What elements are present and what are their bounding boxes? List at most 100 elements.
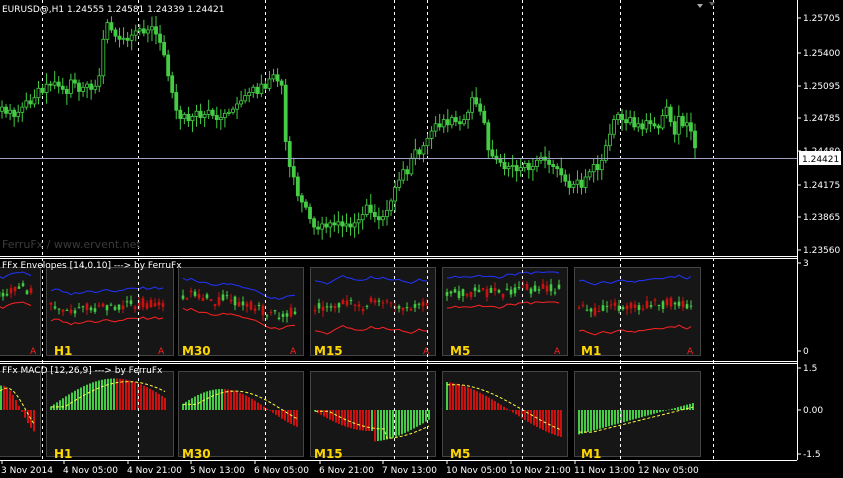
candle-body (482, 110, 487, 124)
candle-body (372, 212, 377, 218)
env-candle-body (501, 293, 505, 298)
candle-body (210, 109, 215, 116)
macd-histogram-bar (665, 410, 667, 411)
macd-histogram-bar (419, 410, 421, 426)
candle-body (89, 83, 94, 90)
candle-body (166, 54, 171, 77)
candle-body (551, 164, 556, 167)
env-candle-body (129, 300, 133, 305)
env-candle-body (513, 287, 517, 294)
candle-body (628, 117, 633, 124)
env-candle-body (653, 299, 657, 301)
macd-histogram-bar (332, 410, 334, 422)
candle-body (672, 121, 677, 135)
env-candle-body (313, 309, 317, 312)
candle-body (571, 183, 576, 188)
candle-body (40, 87, 45, 93)
macd-histogram-bar (527, 410, 529, 422)
macd-histogram-bar (290, 410, 292, 425)
candle-body (328, 222, 333, 228)
candle-body (364, 204, 369, 215)
env-candle-body (633, 304, 637, 308)
macd-histogram-bar (365, 410, 367, 431)
env-candle-body (257, 304, 261, 306)
macd-histogram-bar (611, 410, 613, 426)
macd-histogram-bar (404, 410, 406, 433)
macd-histogram-bar (92, 382, 94, 410)
envelope-panel (46, 267, 174, 356)
macd-histogram-bar (452, 382, 454, 410)
candle-body (514, 165, 519, 172)
env-candle-body (265, 315, 269, 317)
candle-body (360, 214, 365, 221)
time-tick-label: 4 Nov 21:00 (127, 466, 182, 476)
macd-histogram-bar (377, 410, 379, 442)
macd-histogram-bar (518, 410, 520, 417)
env-candle-body (153, 303, 157, 307)
macd-histogram-bar (125, 379, 127, 410)
env-candle-body (613, 302, 617, 306)
macd-histogram-bar (83, 386, 85, 410)
env-tf-m5: M5 (450, 344, 470, 358)
env-candle-body (473, 287, 477, 291)
env-candle-body (325, 306, 329, 308)
candle-body (202, 113, 207, 118)
env-candle-body (89, 307, 93, 311)
macd-histogram-bar (18, 405, 20, 410)
candle-body (689, 122, 693, 132)
candle-body (0, 106, 4, 112)
macd-histogram-bar (692, 403, 694, 410)
candle-body (32, 97, 37, 105)
macd-histogram-bar (557, 410, 559, 437)
macd-histogram-bar (473, 389, 475, 410)
candle-body (121, 37, 126, 40)
candle-body (332, 222, 337, 226)
candle-body (299, 195, 304, 203)
candle-body (474, 97, 479, 105)
macd-histogram-bar (503, 406, 505, 410)
candle-body (214, 115, 219, 121)
time-tick-label: 3 Nov 2014 (1, 466, 53, 476)
trading-chart[interactable]: 1.24421 EURUSD@,H1 1.24555 1.24581 1.243… (0, 0, 843, 478)
envelope-panel (442, 267, 568, 356)
candle-body (656, 125, 661, 129)
env-candle-body (197, 294, 201, 299)
env-candle-body (589, 308, 593, 312)
candle-body (498, 158, 503, 163)
candle-body (583, 176, 588, 188)
candle-body (312, 218, 316, 228)
env-candle-body (537, 289, 541, 291)
env-candle-body (149, 299, 153, 308)
macd-histogram-bar (656, 410, 658, 413)
env-candle-body (13, 287, 17, 292)
candle-body (68, 79, 73, 94)
symbol-header: EURUSD@,H1 1.24555 1.24581 1.24339 1.244… (2, 5, 224, 15)
macd-histogram-bar (257, 402, 259, 410)
env-candle-body (193, 291, 197, 296)
macd-histogram-bar (86, 384, 88, 410)
macd-histogram-bar (218, 389, 220, 410)
macd-histogram-bar (362, 410, 364, 431)
candle-body (567, 180, 572, 188)
env-candle-body (61, 309, 65, 312)
macd-histogram-bar (395, 410, 397, 437)
candle-body (393, 187, 398, 202)
price-tick-label: 1.23865 (803, 213, 840, 223)
macd-histogram-bar (677, 407, 679, 410)
macd-histogram-bar (578, 410, 580, 435)
macd-histogram-bar (248, 397, 250, 410)
macd-histogram-bar (512, 410, 514, 413)
macd-histogram-bar (254, 400, 256, 410)
candle-body (190, 116, 195, 122)
candle-body (259, 83, 264, 94)
env-candle-body (357, 304, 361, 307)
env-candle-body (417, 303, 421, 305)
candle-body (462, 119, 466, 125)
candle-body (81, 86, 85, 92)
env-candle-body (293, 311, 297, 314)
macd-histogram-bar (152, 390, 154, 410)
candle-body (186, 113, 191, 122)
macd-histogram-bar (206, 391, 208, 410)
env-candle-body (101, 303, 105, 307)
env-candle-body (457, 291, 461, 298)
